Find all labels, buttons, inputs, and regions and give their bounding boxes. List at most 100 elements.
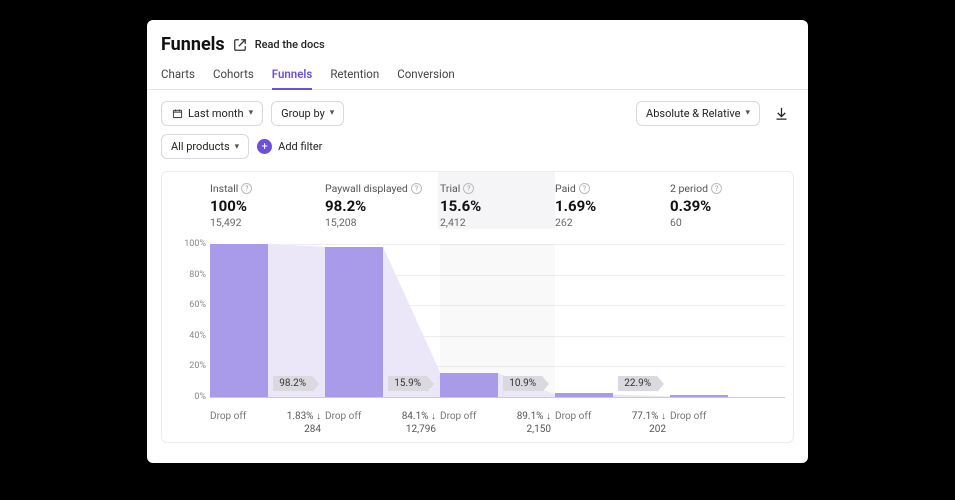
help-icon[interactable]: ? xyxy=(463,183,474,194)
arrow-down-icon: ↓ xyxy=(546,411,551,422)
tab-charts[interactable]: Charts xyxy=(161,67,195,89)
step-name: 2 period xyxy=(670,182,708,195)
tab-funnels[interactable]: Funnels xyxy=(272,67,313,89)
conversion-chip: 22.9% xyxy=(618,376,657,391)
funnel-bar[interactable] xyxy=(670,395,728,397)
drop-off-pct: 84.1% xyxy=(402,411,429,422)
tabs: Charts Cohorts Funnels Retention Convers… xyxy=(147,59,808,90)
download-button[interactable] xyxy=(768,100,794,126)
conversion-chip: 10.9% xyxy=(503,376,542,391)
chevron-down-icon: ▾ xyxy=(235,142,240,152)
products-label: All products xyxy=(171,140,230,153)
drop-off: Drop off 77.1% ↓ 202 xyxy=(555,411,670,436)
step-percent: 1.69% xyxy=(555,197,666,215)
page-title: Funnels xyxy=(161,34,225,55)
step-name: Install xyxy=(210,182,238,195)
mode-picker[interactable]: Absolute & Relative ▾ xyxy=(636,101,760,126)
funnel-bar[interactable] xyxy=(325,247,383,397)
drop-off-count: 202 xyxy=(649,424,666,435)
date-range-picker[interactable]: Last month ▾ xyxy=(161,101,263,126)
step-name: Trial xyxy=(440,182,460,195)
funnel-bar[interactable] xyxy=(555,393,613,397)
drop-off-count: 2,150 xyxy=(527,424,551,435)
drop-off-count: 12,796 xyxy=(406,424,436,435)
calendar-icon xyxy=(171,107,183,119)
drop-off-label: Drop off xyxy=(325,411,398,422)
y-tick: 40% xyxy=(189,331,206,341)
controls-row-1: Last month ▾ Group by ▾ Absolute & Relat… xyxy=(147,90,808,159)
group-by-label: Group by xyxy=(281,107,325,120)
step-percent: 98.2% xyxy=(325,197,436,215)
drop-off: Drop off 84.1% ↓ 12,796 xyxy=(325,411,440,436)
drop-off: Drop off xyxy=(670,411,785,436)
drop-off: Drop off 89.1% ↓ 2,150 xyxy=(440,411,555,436)
drop-off-label: Drop off xyxy=(555,411,628,422)
funnel-chart: Install? 100% 15,492 Paywall displayed? … xyxy=(161,171,794,443)
y-tick: 80% xyxy=(189,270,206,280)
arrow-down-icon: ↓ xyxy=(316,411,321,422)
step-count: 15,492 xyxy=(210,216,321,229)
y-axis: 100% 80% 60% 40% 20% 0% xyxy=(170,244,210,397)
group-by-picker[interactable]: Group by ▾ xyxy=(271,101,344,126)
app-window: Funnels Read the docs Charts Cohorts Fun… xyxy=(147,20,808,463)
products-picker[interactable]: All products ▾ xyxy=(161,134,249,159)
funnel-steps-header: Install? 100% 15,492 Paywall displayed? … xyxy=(210,182,785,229)
drop-off-label: Drop off xyxy=(210,411,283,422)
funnel-bar-slot: 22.9% xyxy=(555,244,670,397)
tab-retention[interactable]: Retention xyxy=(330,67,379,89)
drop-off-pct: 89.1% xyxy=(517,411,544,422)
drop-off-count: 284 xyxy=(304,424,321,435)
help-icon[interactable]: ? xyxy=(411,183,422,194)
step-name: Paywall displayed xyxy=(325,182,408,195)
funnel-bar[interactable] xyxy=(440,373,498,397)
help-icon[interactable]: ? xyxy=(241,183,252,194)
drop-off-row: Drop off 1.83% ↓ 284 Drop off 84.1% ↓ 12… xyxy=(210,411,785,436)
y-tick: 100% xyxy=(184,239,206,249)
chevron-down-icon: ▾ xyxy=(330,108,335,118)
step-header: 2 period? 0.39% 60 xyxy=(670,182,785,229)
tab-cohorts[interactable]: Cohorts xyxy=(213,67,254,89)
funnel-bar[interactable] xyxy=(210,244,268,397)
chevron-down-icon: ▾ xyxy=(249,108,254,118)
drop-off-pct: 1.83% xyxy=(287,411,314,422)
funnel-bars: 98.2% 15.9% 10.9% 22.9% xyxy=(210,244,785,397)
y-tick: 0% xyxy=(194,392,206,402)
step-header: Paywall displayed? 98.2% 15,208 xyxy=(325,182,440,229)
funnel-plot: 100% 80% 60% 40% 20% 0% 98.2% xyxy=(170,244,785,397)
step-header: Install? 100% 15,492 xyxy=(210,182,325,229)
arrow-down-icon: ↓ xyxy=(431,411,436,422)
step-percent: 100% xyxy=(210,197,321,215)
funnel-bar-slot: 98.2% xyxy=(210,244,325,397)
step-count: 2,412 xyxy=(440,216,551,229)
date-range-label: Last month xyxy=(188,107,244,120)
arrow-down-icon: ↓ xyxy=(661,411,666,422)
step-percent: 0.39% xyxy=(670,197,781,215)
add-filter-label: Add filter xyxy=(278,140,322,153)
funnel-bar-slot xyxy=(670,244,785,397)
chevron-down-icon: ▾ xyxy=(745,108,750,118)
drop-off-label: Drop off xyxy=(670,411,781,422)
add-filter-button[interactable]: + Add filter xyxy=(257,139,322,154)
help-icon[interactable]: ? xyxy=(579,183,590,194)
step-name: Paid xyxy=(555,182,576,195)
help-icon[interactable]: ? xyxy=(711,183,722,194)
y-tick: 20% xyxy=(189,361,206,371)
conversion-chip: 15.9% xyxy=(388,376,427,391)
step-count: 262 xyxy=(555,216,666,229)
plus-icon: + xyxy=(257,139,272,154)
mode-label: Absolute & Relative xyxy=(646,107,740,120)
step-header: Trial? 15.6% 2,412 xyxy=(438,172,555,229)
drop-off-pct: 77.1% xyxy=(632,411,659,422)
step-percent: 15.6% xyxy=(440,197,551,215)
drop-off-label: Drop off xyxy=(440,411,513,422)
step-count: 15,208 xyxy=(325,216,436,229)
external-link-icon[interactable] xyxy=(233,38,247,52)
funnel-bar-slot: 10.9% xyxy=(440,244,555,397)
y-tick: 60% xyxy=(189,300,206,310)
funnel-bar-slot: 15.9% xyxy=(325,244,440,397)
tab-conversion[interactable]: Conversion xyxy=(397,67,455,89)
step-header: Paid? 1.69% 262 xyxy=(555,182,670,229)
drop-off: Drop off 1.83% ↓ 284 xyxy=(210,411,325,436)
docs-link[interactable]: Read the docs xyxy=(255,38,325,51)
step-count: 60 xyxy=(670,216,781,229)
